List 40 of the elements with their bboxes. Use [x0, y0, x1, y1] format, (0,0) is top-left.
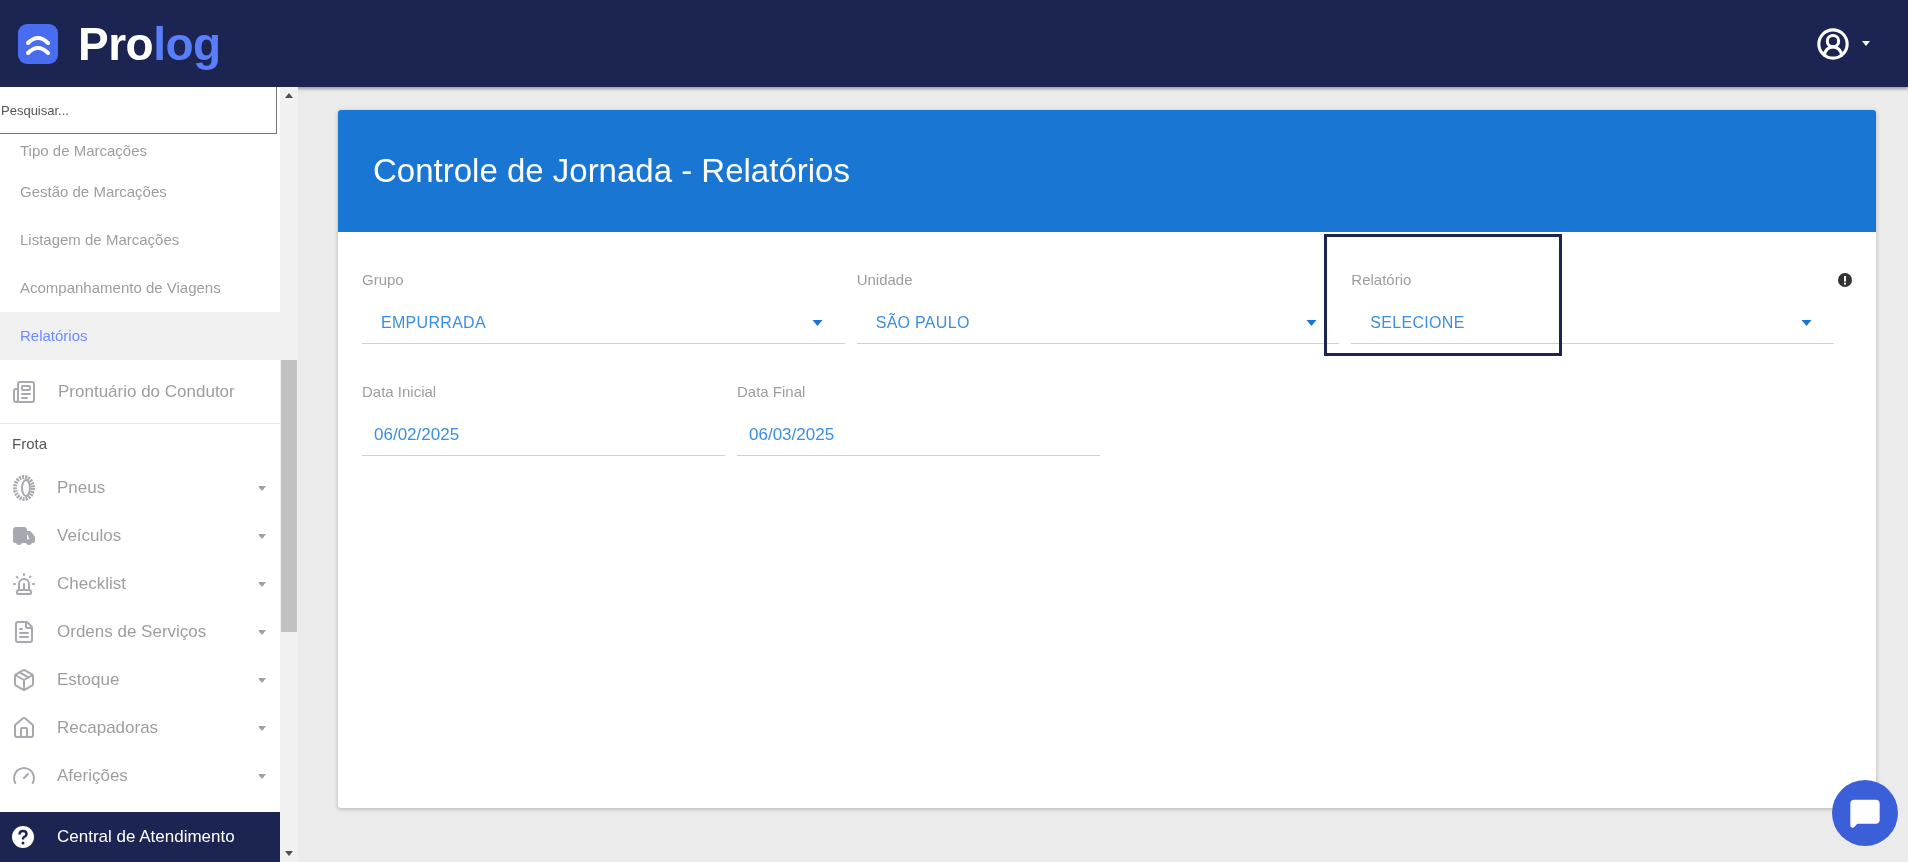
caret-icon [258, 629, 266, 635]
document-icon [12, 620, 36, 644]
select-field[interactable]: EMPURRADA [362, 302, 845, 344]
field-label: Relatório [1351, 270, 1412, 290]
field-label: Data Final [737, 382, 806, 402]
page-title: Controle de Jornada - Relatórios [373, 151, 850, 192]
tire-icon [13, 475, 35, 501]
caret-icon [258, 485, 266, 491]
caret-icon [258, 677, 266, 683]
caret-icon [258, 725, 266, 731]
date-field[interactable]: 06/02/2025 [362, 414, 725, 456]
select-field[interactable]: SELECIONE [1351, 302, 1834, 344]
date-field[interactable]: 06/03/2025 [737, 414, 1100, 456]
caret-icon [258, 581, 266, 587]
scroll-down-icon[interactable] [285, 851, 293, 856]
chat-icon [1849, 797, 1881, 829]
select-field[interactable]: SÃO PAULO [856, 302, 1340, 344]
caret-icon [1306, 319, 1318, 326]
caret-icon [1862, 41, 1870, 46]
account-button[interactable] [1816, 26, 1870, 61]
box-icon [12, 668, 36, 692]
caret-icon [1801, 319, 1812, 326]
scroll-up-icon[interactable] [285, 93, 293, 98]
help-icon [11, 825, 35, 849]
sidebar-item[interactable]: Relatórios [0, 312, 280, 360]
truck-icon [12, 524, 36, 548]
field-label: Data Inicial [362, 382, 437, 402]
user-icon [1816, 26, 1850, 61]
help-center-item[interactable]: Central de Atendimento [0, 812, 280, 862]
caret-icon [811, 319, 823, 326]
field-label: Unidade [856, 270, 913, 290]
newspaper-icon [12, 379, 36, 404]
section-label: Frota [11, 433, 47, 454]
caret-icon [258, 533, 266, 539]
logo-icon [18, 23, 58, 64]
caret-icon [258, 773, 266, 779]
siren-icon [12, 572, 36, 596]
house-icon [12, 716, 36, 740]
field-label: Grupo [362, 270, 404, 290]
scrollbar-thumb[interactable] [281, 360, 297, 632]
